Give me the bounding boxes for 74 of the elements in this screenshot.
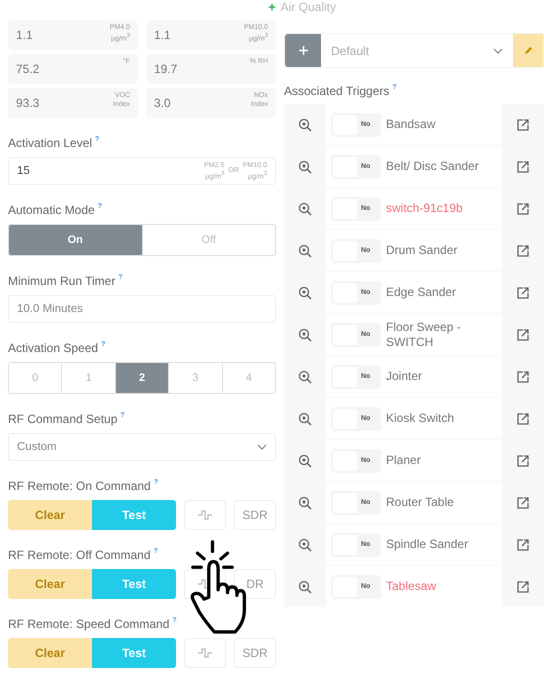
zoom-in-icon[interactable] <box>298 118 312 132</box>
trigger-name: Drum Sander <box>386 243 458 258</box>
trigger-name: switch-91c19b <box>386 201 463 216</box>
zoom-in-icon[interactable] <box>298 496 312 510</box>
reading-value: 1.1 <box>16 28 33 42</box>
clear-button[interactable]: Clear <box>8 569 92 599</box>
external-link-icon[interactable] <box>516 328 530 342</box>
zoom-in-icon[interactable] <box>298 580 312 594</box>
zoom-in-icon[interactable] <box>298 202 312 216</box>
zoom-in-icon[interactable] <box>298 454 312 468</box>
sdr-button[interactable]: SDR <box>234 500 276 530</box>
field-label: Activation Speed <box>8 341 98 355</box>
plus-icon <box>298 45 308 56</box>
section-title: Air Quality <box>280 0 336 14</box>
zoom-in-icon[interactable] <box>298 286 312 300</box>
zoom-in-icon[interactable] <box>298 412 312 426</box>
external-link-icon[interactable] <box>516 244 530 258</box>
trigger-name: Spindle Sander <box>386 537 468 552</box>
external-link-icon[interactable] <box>516 370 530 384</box>
zoom-in-icon[interactable] <box>298 370 312 384</box>
waveform-icon <box>197 647 213 659</box>
trigger-name: Tablesaw <box>386 579 436 594</box>
mode-option[interactable]: On <box>9 225 142 255</box>
pencil-icon <box>522 45 534 56</box>
external-link-icon[interactable] <box>516 160 530 174</box>
input-field[interactable]: 10.0 Minutes <box>8 295 276 323</box>
sdr-button[interactable]: DR <box>234 569 276 599</box>
reading-value: 19.7 <box>154 62 178 76</box>
waveform-icon <box>197 509 213 521</box>
trigger-name: Router Table <box>386 495 454 510</box>
field-label: RF Remote: Speed Command <box>8 617 170 631</box>
mode-option[interactable]: Off <box>142 225 275 255</box>
external-link-icon[interactable] <box>516 286 530 300</box>
trigger-name: Edge Sander <box>386 285 456 300</box>
plus-icon <box>268 3 276 11</box>
field-label: RF Remote: Off Command <box>8 548 150 562</box>
external-link-icon[interactable] <box>516 538 530 552</box>
trigger-name: Bandsaw <box>386 117 436 132</box>
external-link-icon[interactable] <box>516 454 530 468</box>
external-link-icon[interactable] <box>516 118 530 132</box>
trigger-name: Planer <box>386 453 421 468</box>
external-link-icon[interactable] <box>516 202 530 216</box>
field-label: Activation Level <box>8 136 92 150</box>
external-link-icon[interactable] <box>516 496 530 510</box>
speed-option[interactable]: 4 <box>222 363 275 393</box>
field-label: Automatic Mode <box>8 203 95 217</box>
clear-button[interactable]: Clear <box>8 500 92 530</box>
external-link-icon[interactable] <box>516 412 530 426</box>
zoom-in-icon[interactable] <box>298 538 312 552</box>
reading-value: 3.0 <box>154 96 171 110</box>
dropdown[interactable]: Custom <box>8 433 276 461</box>
reading-value: 93.3 <box>16 96 40 110</box>
trigger-name: Belt/ Disc Sander <box>386 159 479 174</box>
reading-value: 75.2 <box>16 62 40 76</box>
external-link-icon[interactable] <box>516 580 530 594</box>
field-label: RF Remote: On Command <box>8 479 151 493</box>
field-label: RF Command Setup <box>8 412 118 426</box>
zoom-in-icon[interactable] <box>298 160 312 174</box>
zoom-in-icon[interactable] <box>298 244 312 258</box>
chevron-down-icon <box>493 48 503 54</box>
test-button[interactable]: Test <box>92 569 176 599</box>
zoom-in-icon[interactable] <box>298 328 312 342</box>
speed-option[interactable]: 2 <box>114 363 168 393</box>
trigger-name: Kiosk Switch <box>386 411 454 426</box>
clear-button[interactable]: Clear <box>8 638 92 668</box>
test-button[interactable]: Test <box>92 638 176 668</box>
sdr-button[interactable]: SDR <box>234 638 276 668</box>
field-label: Associated Triggers <box>284 84 390 98</box>
trigger-name: Floor Sweep - SWITCH <box>386 320 462 350</box>
reading-value: 1.1 <box>154 28 171 42</box>
trigger-name: Jointer <box>386 369 422 384</box>
test-button[interactable]: Test <box>92 500 176 530</box>
chevron-down-icon <box>257 444 267 450</box>
field-label: Minimum Run Timer <box>8 274 116 288</box>
